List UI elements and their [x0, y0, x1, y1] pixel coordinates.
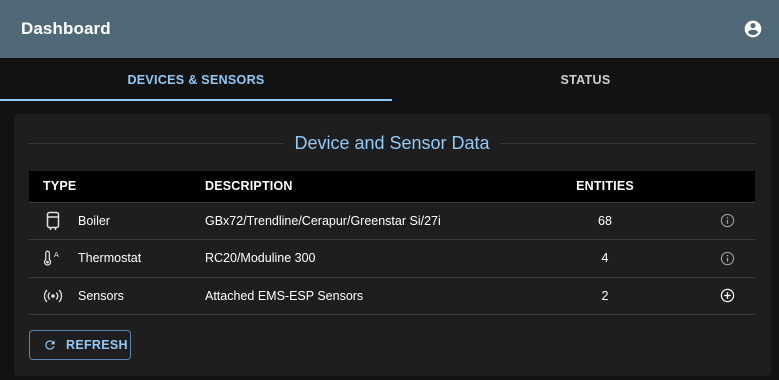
boiler-icon [43, 211, 63, 231]
row-entities: 4 [601, 251, 609, 266]
row-description: GBx72/Trendline/Cerapur/Greenstar Si/27i [205, 213, 441, 228]
row-type: Sensors [78, 288, 124, 303]
sensors-icon [43, 286, 63, 306]
app-bar: Dashboard [0, 0, 779, 58]
app-title: Dashboard [21, 19, 111, 38]
tab-bar: DEVICES & SENSORS STATUS [0, 58, 779, 101]
devices-table: TYPE DESCRIPTION ENTITIES Boiler GBx72/T… [29, 171, 755, 315]
row-entities: 68 [598, 213, 612, 228]
info-icon[interactable] [717, 211, 737, 231]
divider-left [28, 142, 285, 144]
tab-devices-sensors[interactable]: DEVICES & SENSORS [0, 58, 392, 101]
table-header-row: TYPE DESCRIPTION ENTITIES [29, 171, 755, 202]
row-description: RC20/Moduline 300 [205, 251, 316, 266]
refresh-label: REFRESH [66, 338, 128, 352]
refresh-icon [42, 337, 58, 353]
tab-status[interactable]: STATUS [392, 58, 779, 101]
row-description: Attached EMS-ESP Sensors [205, 288, 364, 303]
info-icon[interactable] [717, 248, 737, 268]
devices-panel: Device and Sensor Data TYPE DESCRIPTION … [14, 114, 771, 376]
account-circle-icon[interactable] [743, 19, 763, 39]
header-entities: ENTITIES [576, 179, 634, 194]
table-row[interactable]: A Thermostat RC20/Moduline 300 4 [29, 240, 755, 277]
row-type: Thermostat [78, 251, 142, 266]
header-actions [645, 171, 755, 202]
refresh-button[interactable]: REFRESH [29, 330, 131, 360]
svg-text:A: A [54, 250, 59, 259]
section-title: Device and Sensor Data [294, 132, 490, 153]
row-type: Boiler [78, 213, 110, 228]
divider-right [499, 142, 757, 144]
table-row[interactable]: Boiler GBx72/Trendline/Cerapur/Greenstar… [29, 202, 755, 240]
thermostat-icon: A [43, 248, 63, 268]
header-type: TYPE [43, 179, 77, 194]
table-row[interactable]: Sensors Attached EMS-ESP Sensors 2 [29, 277, 755, 315]
row-entities: 2 [601, 288, 609, 303]
add-circle-icon[interactable] [717, 286, 737, 306]
section-header: Device and Sensor Data [28, 131, 757, 155]
header-description: DESCRIPTION [205, 179, 293, 194]
